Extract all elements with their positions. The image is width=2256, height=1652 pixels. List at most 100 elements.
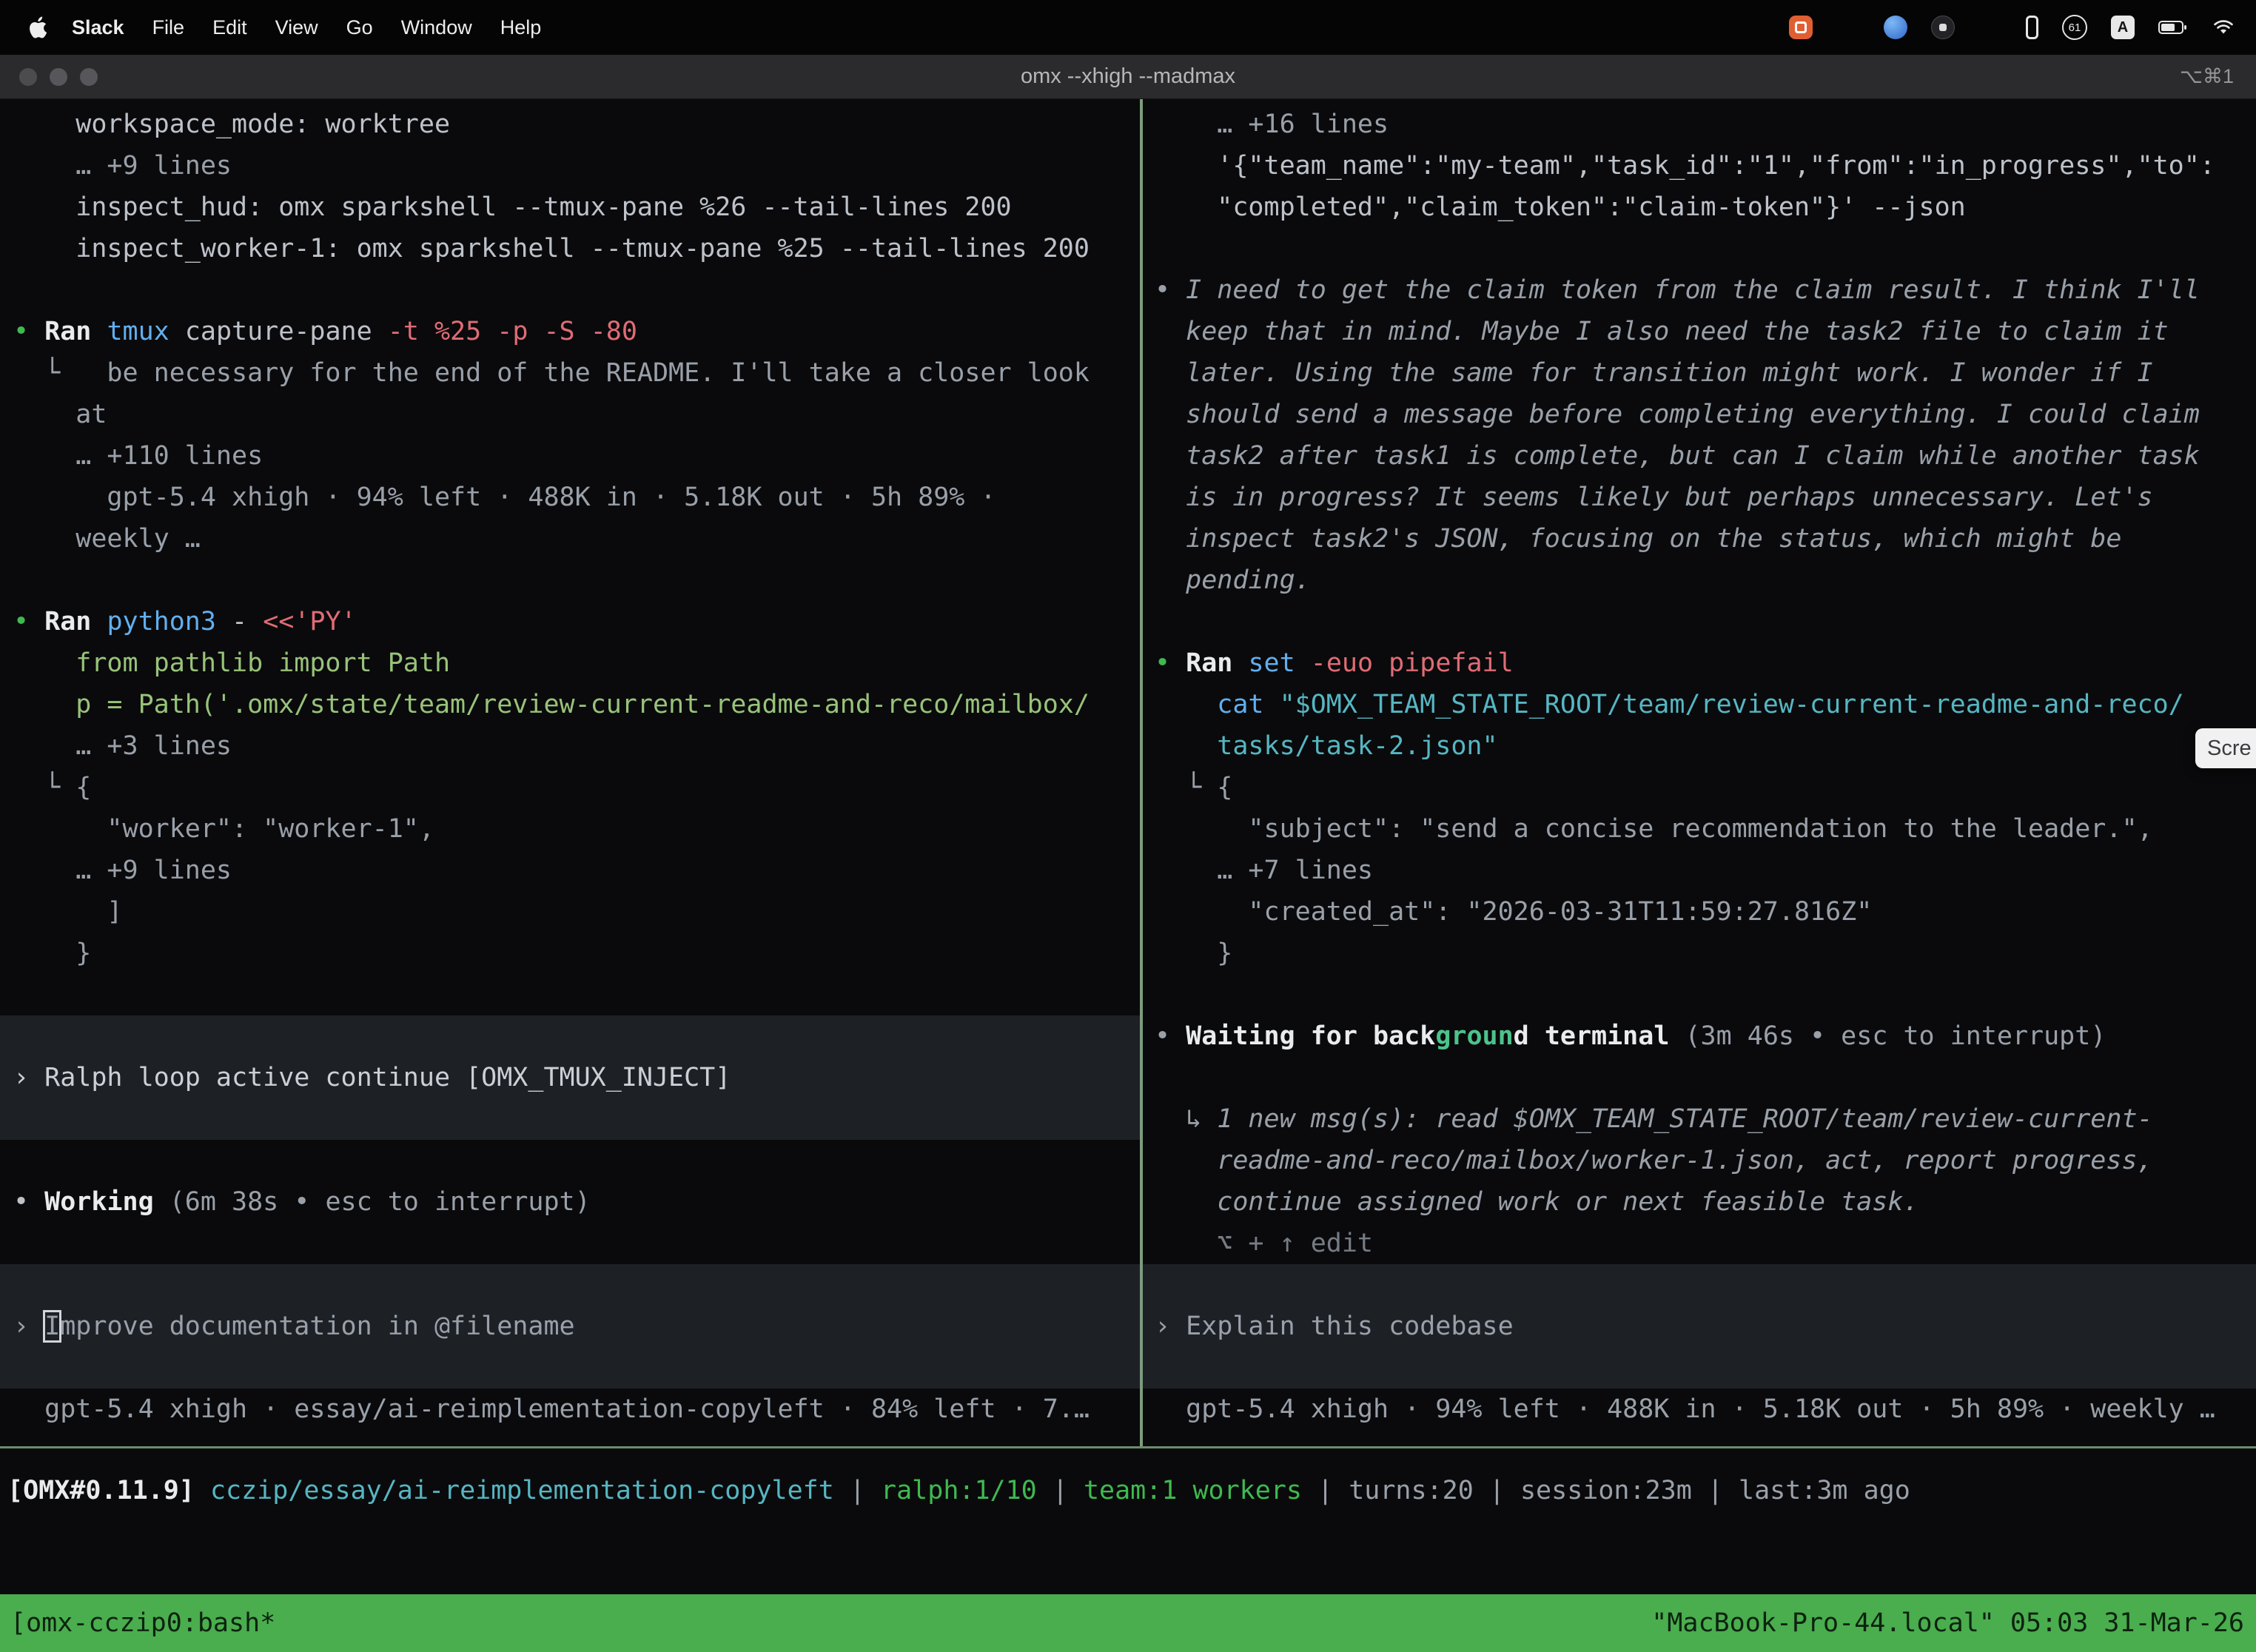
terminal-row: pending. [1143,560,2256,601]
terminal-pane-left[interactable]: workspace_mode: worktree … +9 lines insp… [0,99,1140,1446]
terminal-window: omx --xhigh --madmax ⌥⌘1 workspace_mode:… [0,55,2256,1652]
terminal-row: from pathlib import Path [0,642,1140,684]
menu-item-window[interactable]: Window [387,16,486,39]
window-shortcut-hint: ⌥⌘1 [2180,65,2234,88]
terminal-row: └ be necessary for the end of the README… [0,352,1140,394]
menu-bar-left: Slack FileEditViewGoWindowHelp [0,16,555,39]
menu-bar-status-icons: 61 A [1789,15,2256,40]
terminal-row: └ { [1143,767,2256,808]
terminal-row: … +9 lines [0,145,1140,187]
terminal-row [0,974,1140,1015]
terminal-row: ⌥ + ↑ edit [1143,1223,2256,1264]
terminal-content: workspace_mode: worktree … +9 lines insp… [0,99,2256,1652]
terminal-row [1143,1057,2256,1098]
menu-item-go[interactable]: Go [332,16,387,39]
browser-icon[interactable] [1884,16,1907,39]
terminal-row: is in progress? It seems likely but perh… [1143,477,2256,518]
menu-item-help[interactable]: Help [486,16,556,39]
working-status-row: • Working (6m 38s • esc to interrupt) [0,1181,1140,1223]
input-prompt-row: › Improve documentation in @filename [0,1306,1140,1347]
terminal-row: at [0,394,1140,435]
terminal-row [0,560,1140,601]
menu-item-file[interactable]: File [138,16,199,39]
menu-items: FileEditViewGoWindowHelp [138,16,556,39]
terminal-row [0,1347,1140,1389]
terminal-row: keep that in mind. Maybe I also need the… [1143,311,2256,352]
macos-menu-bar: Slack FileEditViewGoWindowHelp 61 A [0,0,2256,55]
terminal-row [1143,1347,2256,1389]
input-prompt-row: › Explain this codebase [1143,1306,2256,1347]
terminal-row: workspace_mode: worktree [0,104,1140,145]
command-row: • Ran tmux capture-pane -t %25 -p -S -80 [0,311,1140,352]
wifi-icon[interactable] [2212,19,2235,36]
tmux-session-label: [omx-cczip0:bash* [0,1608,275,1638]
terminal-row: continue assigned work or next feasible … [1143,1181,2256,1223]
iphone-mirroring-icon[interactable] [2026,16,2038,39]
terminal-row: └ { [0,767,1140,808]
terminal-row [0,1098,1140,1140]
inject-banner-row: › Ralph loop active continue [OMX_TMUX_I… [0,1057,1140,1098]
terminal-row [1143,1264,2256,1306]
terminal-row [0,1264,1140,1306]
omx-hud-statusline: [OMX#0.11.9] cczip/essay/ai-reimplementa… [0,1470,2256,1511]
dots-grid-icon[interactable] [1978,16,2002,39]
window-tiles-icon[interactable] [1836,16,1860,39]
battery-icon[interactable] [2158,20,2188,35]
command-row: • Ran python3 - <<'PY' [0,601,1140,642]
terminal-row: ↳ 1 new msg(s): read $OMX_TEAM_STATE_ROO… [1143,1098,2256,1140]
terminal-row: inspect task2's JSON, focusing on the st… [1143,518,2256,560]
terminal-row [0,1223,1140,1264]
screen: Slack FileEditViewGoWindowHelp 61 A [0,0,2256,1652]
screenshot-thumbnail-label[interactable]: Scre [2195,728,2256,768]
pane-status-row: gpt-5.4 xhigh · 94% left · 488K in · 5.1… [1143,1389,2256,1430]
close-button[interactable] [19,68,37,86]
tmux-status-bar: [omx-cczip0:bash* "MacBook-Pro-44.local"… [0,1594,2256,1652]
terminal-row: "subject": "send a concise recommendatio… [1143,808,2256,850]
battery-badge-icon[interactable]: 61 [2062,15,2087,40]
menu-item-view[interactable]: View [261,16,332,39]
terminal-row: … +16 lines [1143,104,2256,145]
terminal-row: } [0,933,1140,974]
apple-menu-icon[interactable] [22,16,58,38]
terminal-row [0,1140,1140,1181]
omx-hud-row: [OMX#0.11.9] cczip/essay/ai-reimplementa… [0,1470,2256,1511]
terminal-row: gpt-5.4 xhigh · 94% left · 488K in · 5.1… [0,477,1140,518]
screen-record-icon[interactable] [1789,16,1813,39]
terminal-row: … +7 lines [1143,850,2256,891]
thinking-row: • I need to get the claim token from the… [1143,269,2256,311]
tmux-host-clock: "MacBook-Pro-44.local" 05:03 31-Mar-26 [1651,1608,2256,1638]
terminal-row: … +9 lines [0,850,1140,891]
zoom-button[interactable] [80,68,98,86]
command-row: • Ran set -euo pipefail [1143,642,2256,684]
terminal-row: "completed","claim_token":"claim-token"}… [1143,187,2256,228]
terminal-row: inspect_hud: omx sparkshell --tmux-pane … [0,187,1140,228]
terminal-row: '{"team_name":"my-team","task_id":"1","f… [1143,145,2256,187]
minimize-button[interactable] [50,68,67,86]
terminal-pane-right[interactable]: … +16 lines '{"team_name":"my-team","tas… [1143,99,2256,1446]
dark-app-icon[interactable] [1931,16,1955,39]
terminal-row: … +110 lines [0,435,1140,477]
terminal-row [0,269,1140,311]
window-title: omx --xhigh --madmax [0,64,2256,89]
terminal-row: ] [0,891,1140,933]
terminal-row: p = Path('.omx/state/team/review-current… [0,684,1140,725]
menu-item-edit[interactable]: Edit [198,16,261,39]
terminal-row: cat "$OMX_TEAM_STATE_ROOT/team/review-cu… [1143,684,2256,725]
terminal-row: readme-and-reco/mailbox/worker-1.json, a… [1143,1140,2256,1181]
pane-bottom-border [0,1446,2256,1448]
tmux-panes: workspace_mode: worktree … +9 lines insp… [0,99,2256,1446]
terminal-row: "created_at": "2026-03-31T11:59:27.816Z" [1143,891,2256,933]
terminal-row: inspect_worker-1: omx sparkshell --tmux-… [0,228,1140,269]
terminal-row [0,1015,1140,1057]
terminal-row [1143,228,2256,269]
menu-item-slack[interactable]: Slack [58,16,138,39]
window-titlebar[interactable]: omx --xhigh --madmax ⌥⌘1 [0,55,2256,99]
terminal-row: should send a message before completing … [1143,394,2256,435]
pane-status-row: gpt-5.4 xhigh · essay/ai-reimplementatio… [0,1389,1140,1430]
terminal-row: later. Using the same for transition mig… [1143,352,2256,394]
terminal-row [1143,974,2256,1015]
terminal-row: } [1143,933,2256,974]
input-source-icon[interactable]: A [2111,16,2135,39]
terminal-row: … +3 lines [0,725,1140,767]
terminal-row: "worker": "worker-1", [0,808,1140,850]
